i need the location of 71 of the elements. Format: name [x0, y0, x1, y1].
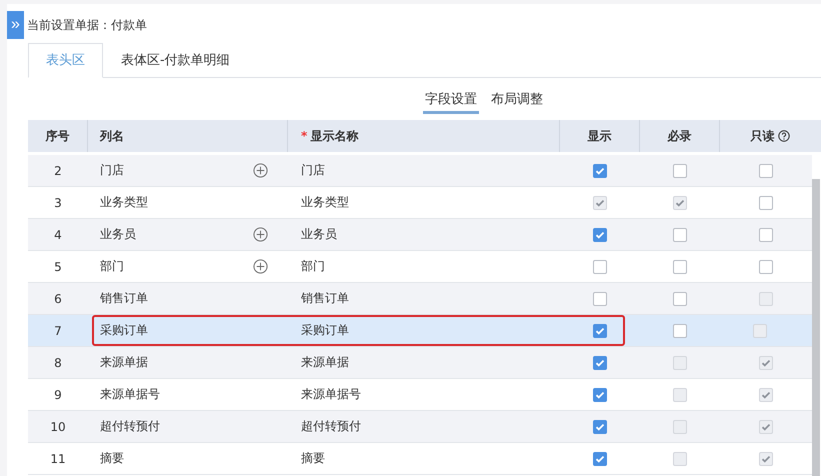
add-icon[interactable] [253, 259, 268, 274]
subtab[interactable]: 字段设置 [423, 90, 479, 114]
table-cell-text: 3 [53, 196, 63, 210]
table-row[interactable]: 7 采购订单 采购订单 [28, 315, 812, 347]
table-row[interactable]: 10 超付转预付 超付转预付 [28, 411, 812, 443]
checkbox[interactable] [758, 260, 772, 274]
table-cell-text: 10 [49, 420, 67, 434]
table-row[interactable]: 2 门店 门店 [28, 155, 812, 187]
table-cell-text: 11 [49, 452, 67, 466]
table-cell-text: 来源单据号 [300, 386, 362, 403]
checkbox[interactable] [593, 324, 607, 338]
checkbox[interactable] [673, 260, 687, 274]
checkbox[interactable] [593, 388, 607, 402]
table-cell-text: 2 [53, 164, 63, 178]
checkbox[interactable] [593, 292, 607, 306]
table-cell-text: 部门 [99, 258, 125, 275]
checkbox[interactable] [673, 324, 687, 338]
checkbox[interactable] [758, 164, 772, 178]
subtab[interactable]: 布局调整 [489, 90, 545, 111]
table-cell-text: 来源单据 [99, 354, 149, 371]
table-row[interactable]: 11 摘要 摘要 [28, 443, 812, 475]
checkbox[interactable] [593, 228, 607, 242]
checkbox[interactable] [593, 420, 607, 434]
table-cell-text: 6 [53, 292, 63, 306]
table-cell-text: 销售订单 [99, 290, 149, 307]
table-row[interactable]: 4 业务员 业务员 [28, 219, 812, 251]
table-cell-text: 采购订单 [99, 322, 149, 339]
table-cell-text: 业务类型 [99, 194, 149, 211]
table-cell-text: 摘要 [99, 450, 125, 467]
help-icon[interactable] [778, 130, 790, 142]
table-cell-text: 9 [53, 388, 63, 402]
checkbox[interactable] [673, 292, 687, 306]
table-cell-text: 销售订单 [300, 290, 350, 307]
table-cell-text: 超付转预付 [300, 418, 362, 435]
table-cell-text: 8 [53, 356, 63, 370]
table-cell-text: 5 [53, 260, 63, 274]
column-header: 必录 [640, 120, 720, 152]
scrollbar[interactable] [812, 179, 820, 476]
table-cell-text: 采购订单 [300, 322, 350, 339]
table-cell-text: 业务员 [99, 226, 137, 243]
table-cell-text: 业务员 [300, 226, 338, 243]
column-header: 显示 [560, 120, 640, 152]
checkbox[interactable] [673, 164, 687, 178]
table-cell-text: 摘要 [300, 450, 326, 467]
add-icon[interactable] [253, 227, 268, 242]
table-cell-text: 超付转预付 [99, 418, 161, 435]
table-cell-text: 4 [53, 228, 63, 242]
required-mark: * [301, 129, 308, 143]
checkbox[interactable] [593, 164, 607, 178]
checkbox[interactable] [593, 356, 607, 370]
checkbox[interactable] [758, 228, 772, 242]
table-cell-text: 门店 [99, 162, 125, 179]
table-cell-text: 来源单据号 [99, 386, 161, 403]
column-header: 只读 [720, 120, 820, 152]
column-header: 列名 [88, 120, 288, 152]
table-row[interactable]: 6 销售订单 销售订单 [28, 283, 812, 315]
checkbox[interactable] [758, 196, 772, 210]
table-cell-text: 来源单据 [300, 354, 350, 371]
table-cell-text: 门店 [300, 162, 326, 179]
checkbox[interactable] [593, 452, 607, 466]
table-cell-text: 部门 [300, 258, 326, 275]
table-cell-text: 7 [53, 324, 63, 338]
table-cell-text: 业务类型 [300, 194, 350, 211]
current-document-label: 当前设置单据：付款单 [27, 16, 147, 34]
checkbox[interactable] [673, 228, 687, 242]
checkbox[interactable] [593, 260, 607, 274]
column-header: 序号 [28, 120, 88, 152]
table-row[interactable]: 8 来源单据 来源单据 [28, 347, 812, 379]
column-header: * 显示名称 [288, 120, 560, 152]
add-icon[interactable] [253, 163, 268, 178]
tab[interactable]: 表体区-付款单明细 [103, 43, 248, 77]
